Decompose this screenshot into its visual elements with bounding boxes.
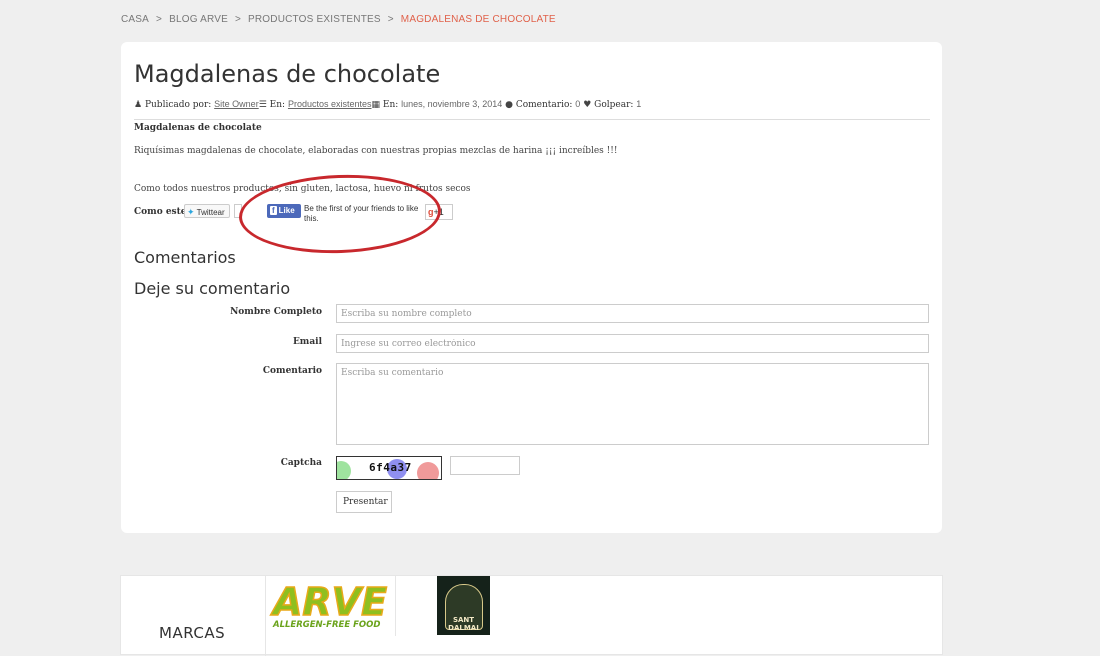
comment-field-label: Comentario (262, 366, 322, 376)
name-field-label: Nombre Completo (230, 307, 322, 317)
comment-form-heading: Deje su comentario (134, 279, 291, 298)
meta-category-label: En: (269, 100, 286, 110)
post-meta: ♟ Publicado por: Site Owner☰ En: Product… (134, 99, 641, 110)
meta-date-label: En: (382, 100, 399, 110)
submit-button[interactable]: Presentar (336, 491, 392, 513)
meta-category-link[interactable]: Productos existentes (288, 99, 372, 109)
comment-icon: ● (505, 100, 513, 110)
comment-textarea[interactable] (336, 363, 929, 445)
meta-author-link[interactable]: Site Owner (214, 99, 259, 109)
brands-heading: MARCAS (159, 624, 226, 642)
sant-dalmai-line2: DALMAI (448, 624, 479, 632)
divider (134, 119, 930, 120)
comments-heading: Comentarios (134, 248, 236, 267)
meta-published-label: Publicado por: (144, 100, 212, 110)
brands-divider (395, 576, 396, 636)
brands-divider (265, 576, 266, 656)
captcha-label: Captcha (280, 458, 322, 468)
captcha-input[interactable] (450, 456, 520, 475)
meta-date: lunes, noviembre 3, 2014 (401, 99, 503, 109)
sant-dalmai-logo[interactable]: SANT DALMAI (437, 576, 490, 635)
heart-icon[interactable]: ♥ (583, 100, 591, 110)
captcha-noise-circle (337, 461, 351, 479)
captcha-text: 6f4a37 (369, 461, 412, 474)
breadcrumb-home-link[interactable]: CASA (121, 14, 149, 25)
sant-dalmai-line1: SANT (452, 616, 475, 624)
post-title: Magdalenas de chocolate (134, 60, 441, 88)
arve-logo-text: ARVE (270, 581, 387, 624)
calendar-icon: ▦ (371, 100, 380, 110)
meta-likes-count: 1 (636, 99, 642, 109)
captcha-image: 6f4a37 (336, 456, 442, 480)
name-input[interactable] (336, 304, 929, 323)
brands-panel: MARCAS ARVE ALLERGEN-FREE FOOD SANT DALM… (120, 575, 943, 656)
arve-logo-tagline: ALLERGEN-FREE FOOD (272, 620, 380, 630)
captcha-noise-circle (417, 462, 439, 479)
breadcrumb-blog-link[interactable]: BLOG ARVE (169, 14, 228, 25)
twitter-share-button[interactable]: ✦ Twittear (184, 204, 230, 218)
list-icon: ☰ (258, 100, 267, 110)
breadcrumb-category-link[interactable]: PRODUCTOS EXISTENTES (248, 14, 381, 25)
meta-likes-label: Golpear: (594, 100, 634, 110)
share-label: Como este (134, 207, 187, 217)
breadcrumb-current: MAGDALENAS DE CHOCOLATE (400, 14, 556, 25)
twitter-bird-icon: ✦ (187, 207, 195, 217)
breadcrumb: CASA > BLOG ARVE > PRODUCTOS EXISTENTES > MAGD… (121, 14, 556, 25)
breadcrumb-separator: > (156, 14, 163, 25)
breadcrumb-separator: > (387, 14, 394, 25)
twitter-share-label: Twittear (196, 208, 225, 217)
meta-comments-count: 0 (575, 99, 581, 109)
breadcrumb-separator: > (234, 14, 242, 25)
article-paragraph-1: Riquísimas magdalenas de chocolate, elab… (134, 146, 618, 156)
post-card: Magdalenas de chocolate ♟ Publicado por:… (121, 42, 942, 533)
arve-logo[interactable]: ARVE ALLERGEN-FREE FOOD (269, 581, 389, 631)
article-heading: Magdalenas de chocolate (134, 123, 262, 133)
email-field-label: Email (292, 337, 322, 347)
email-input[interactable] (336, 334, 929, 353)
meta-comments-label: Comentario: (515, 100, 573, 110)
user-icon: ♟ (134, 100, 143, 110)
